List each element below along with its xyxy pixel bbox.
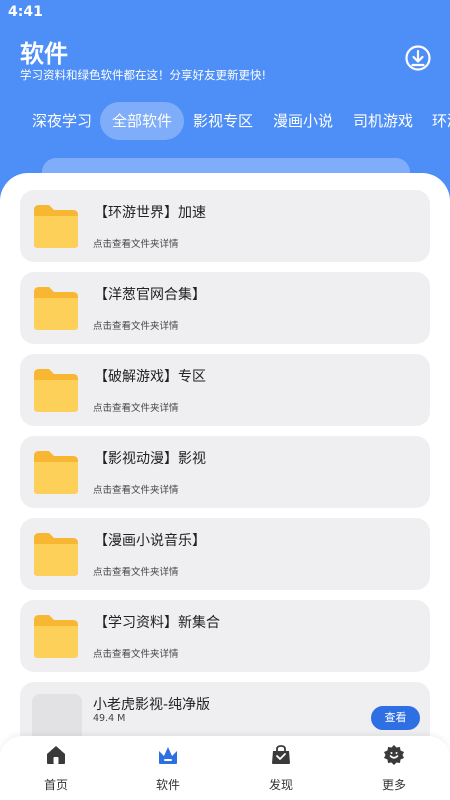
folder-card[interactable]: 【环游世界】加速 点击查看文件夹详情 [20,190,430,262]
nav-item-more[interactable]: 更多 [354,736,434,800]
download-icon [405,45,431,71]
folder-subtitle: 点击查看文件夹详情 [93,485,179,496]
folder-icon [34,615,78,658]
tab-comics-novels[interactable]: 漫画小说 [273,102,333,140]
tab-driver-games[interactable]: 司机游戏 [353,102,413,140]
folder-subtitle: 点击查看文件夹详情 [93,321,179,332]
folder-icon [34,205,78,248]
folder-subtitle: 点击查看文件夹详情 [93,403,179,414]
folder-title: 【影视动漫】影视 [94,451,206,467]
folder-icon [34,369,78,412]
tab-late-night-study[interactable]: 深夜学习 [32,102,92,140]
nav-item-discover[interactable]: 发现 [241,736,321,800]
nav-item-software[interactable]: 软件 [128,736,208,800]
nav-label-discover: 发现 [268,778,293,792]
crown-icon [159,747,177,764]
tab-film-zone[interactable]: 影视专区 [193,102,253,140]
folder-title: 【洋葱官网合集】 [94,287,206,303]
nav-label-software: 软件 [155,778,180,792]
tab-all-software[interactable]: 全部软件 [100,102,185,140]
folder-title: 【漫画小说音乐】 [94,533,206,549]
page-title: 软件 [20,40,68,68]
folder-title: 【环游世界】加速 [94,205,206,221]
folder-title: 【破解游戏】专区 [94,369,206,385]
app-icon [32,694,82,742]
more-icon [384,745,404,765]
home-icon [47,746,65,764]
folder-card[interactable]: 【影视动漫】影视 点击查看文件夹详情 [20,436,430,508]
bottom-nav: 首页 软件 发现 更多 [0,736,450,800]
app-size: 49.4 M [93,713,126,724]
category-tabs: 深夜学习 全部软件 影视专区 漫画小说 司机游戏 环游 [0,102,450,140]
nav-label-home: 首页 [43,778,68,792]
folder-card[interactable]: 【破解游戏】专区 点击查看文件夹详情 [20,354,430,426]
folder-subtitle: 点击查看文件夹详情 [93,567,179,578]
download-button[interactable] [402,42,434,74]
page-subtitle: 学习资料和绿色软件都在这！分享好友更新更快! [20,68,267,82]
folder-icon [34,287,78,330]
tab-travel[interactable]: 环游 [432,102,450,140]
folder-subtitle: 点击查看文件夹详情 [93,239,179,250]
folder-subtitle: 点击查看文件夹详情 [93,649,179,660]
app-title: 小老虎影视-纯净版 [93,697,211,713]
folder-icon [34,533,78,576]
folder-card[interactable]: 【学习资料】新集合 点击查看文件夹详情 [20,600,430,672]
folder-card[interactable]: 【洋葱官网合集】 点击查看文件夹详情 [20,272,430,344]
status-time: 4:41 [8,4,43,20]
shopping-bag-icon [272,745,290,764]
folder-card[interactable]: 【漫画小说音乐】 点击查看文件夹详情 [20,518,430,590]
nav-label-more: 更多 [381,778,406,792]
folder-title: 【学习资料】新集合 [94,615,220,631]
nav-item-home[interactable]: 首页 [16,736,96,800]
folder-icon [34,451,78,494]
view-button[interactable]: 查看 [371,706,420,730]
